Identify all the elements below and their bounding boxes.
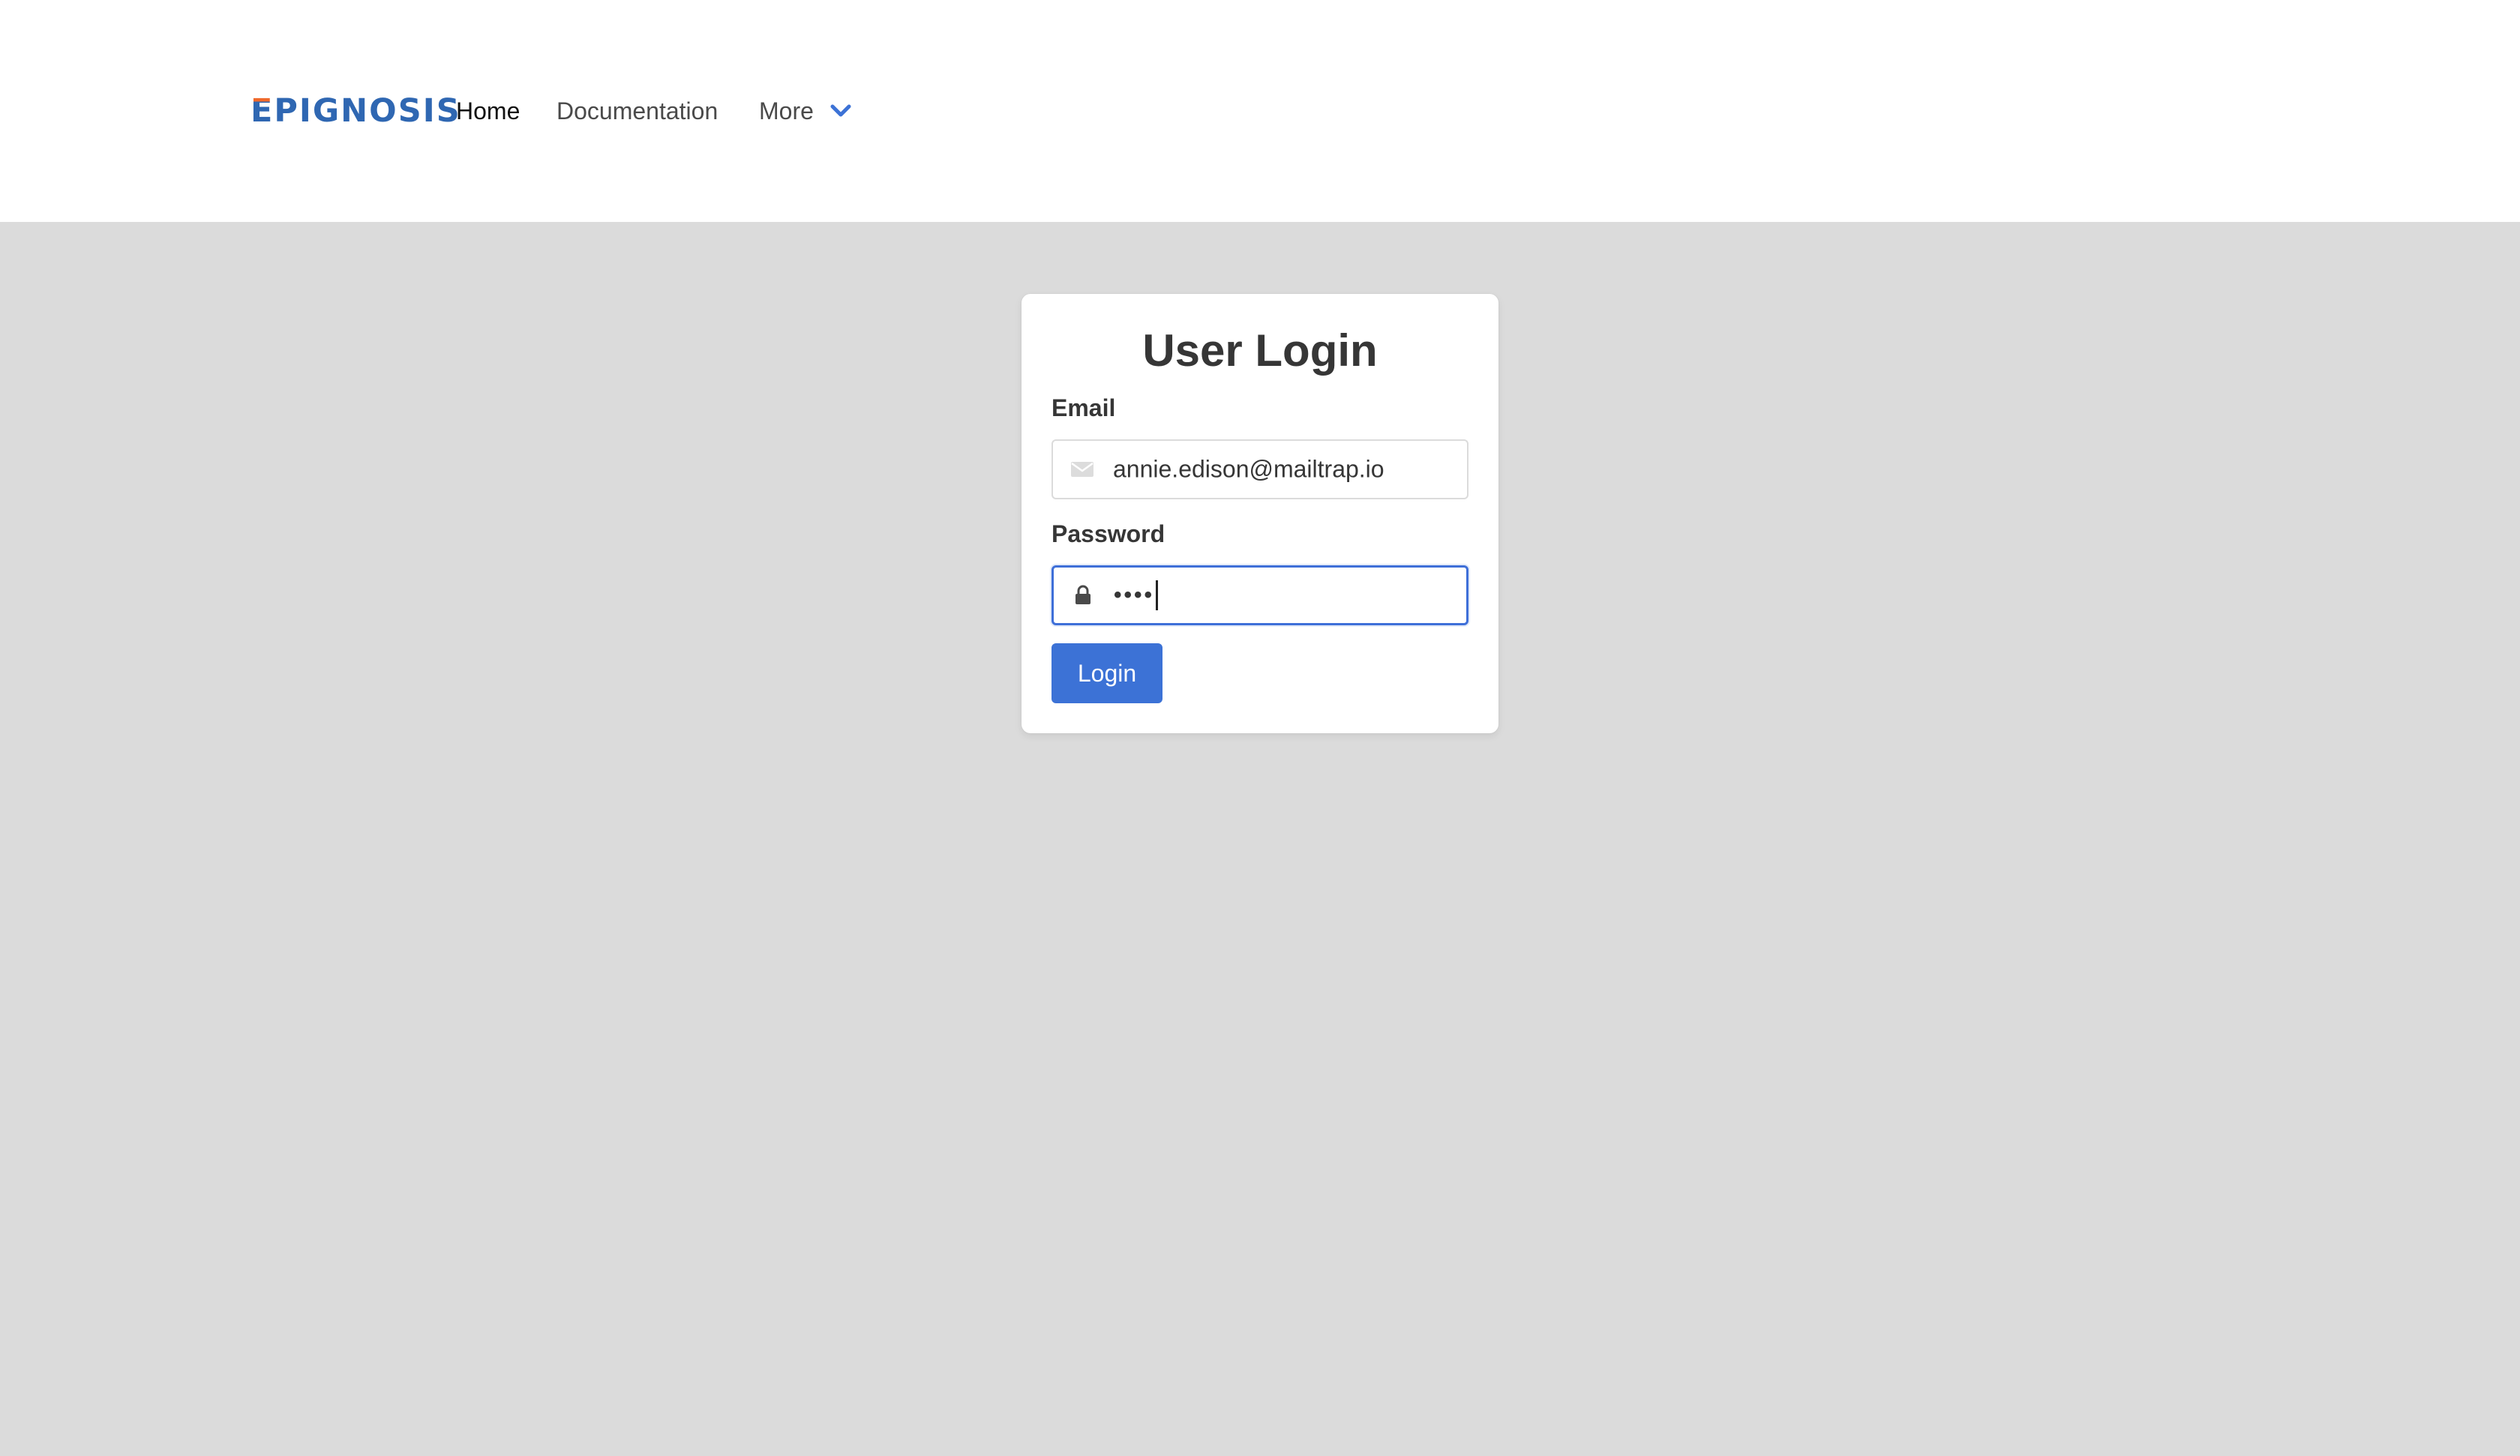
nav-item-home[interactable]: Home xyxy=(456,90,520,132)
login-card: User Login Email annie.edison@mailtrap.i… xyxy=(1022,294,1498,733)
logo-first-letter: E xyxy=(250,91,274,130)
password-field[interactable]: •••• xyxy=(1052,565,1468,625)
email-value: annie.edison@mailtrap.io xyxy=(1113,455,1384,483)
nav-item-more-dropdown[interactable]: More xyxy=(759,90,851,132)
nav-item-documentation-label: Documentation xyxy=(556,97,718,124)
password-value-wrapper: •••• xyxy=(1114,580,1159,610)
page-title: User Login xyxy=(1142,325,1378,376)
login-button[interactable]: Login xyxy=(1052,643,1162,703)
password-value: •••• xyxy=(1114,583,1155,607)
email-field[interactable]: annie.edison@mailtrap.io xyxy=(1052,439,1468,499)
nav-item-home-label: Home xyxy=(456,97,520,124)
logo-rest: PIGNOSIS xyxy=(274,91,461,130)
top-navbar: E PIGNOSIS Home Documentation More xyxy=(0,0,2520,222)
envelope-icon xyxy=(1070,457,1095,482)
email-label: Email xyxy=(1052,394,1116,421)
nav-item-documentation[interactable]: Documentation xyxy=(556,90,718,132)
lock-icon xyxy=(1070,583,1096,608)
password-label: Password xyxy=(1052,520,1166,547)
chevron-down-icon xyxy=(830,100,851,121)
brand-logo[interactable]: E PIGNOSIS xyxy=(250,90,461,132)
nav-item-more-label: More xyxy=(759,97,814,124)
text-caret xyxy=(1156,580,1159,610)
